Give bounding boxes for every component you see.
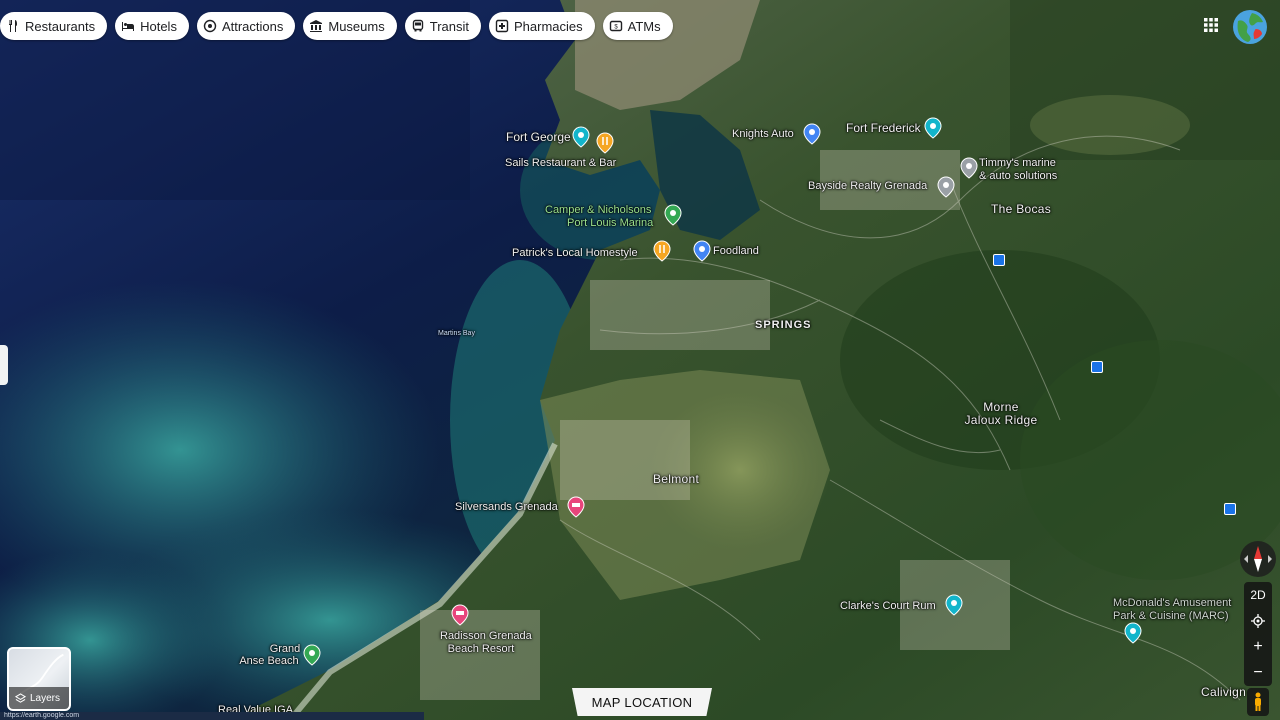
label-fort-frederick[interactable]: Fort Frederick [846, 122, 921, 134]
marina-pin-icon[interactable] [664, 204, 682, 226]
chip-label: ATMs [627, 18, 661, 34]
chip-atms[interactable]: $ ATMs [602, 12, 673, 40]
chip-museums[interactable]: Museums [303, 12, 397, 40]
camera-icon [203, 19, 217, 33]
attraction-pin-icon[interactable] [945, 594, 963, 616]
chip-label: Transit [429, 18, 469, 34]
chip-attractions[interactable]: Attractions [196, 12, 296, 40]
compass-icon[interactable] [1240, 541, 1276, 577]
status-url: https://earth.google.com [0, 712, 424, 720]
toggle-2d-button[interactable]: 2D [1244, 582, 1272, 608]
shopping-pin-icon[interactable] [803, 123, 821, 145]
label-grand-anse-line1[interactable]: Grand [254, 643, 316, 655]
atm-icon: $ [609, 20, 622, 32]
crosshair-icon [1251, 614, 1265, 628]
label-fort-george[interactable]: Fort George [506, 131, 571, 143]
museum-icon [310, 20, 323, 32]
attraction-pin-icon[interactable] [924, 117, 942, 139]
chip-label: Pharmacies [513, 18, 583, 34]
layers-label: Layers [30, 692, 61, 704]
restaurant-pin-icon[interactable] [596, 132, 614, 154]
map-controls: 2D + − [1244, 582, 1272, 686]
label-springs: SPRINGS [755, 319, 812, 331]
pharmacy-icon [495, 19, 509, 33]
fork-knife-icon [9, 20, 17, 32]
category-chips: Restaurants Hotels Attractions Museums T… [0, 12, 673, 40]
bus-stop-icon[interactable] [1224, 503, 1236, 515]
label-foodland[interactable]: Foodland [713, 245, 759, 257]
label-morne-line1: Morne [983, 400, 1019, 414]
label-timmys-line2[interactable]: & auto solutions [979, 170, 1057, 182]
label-the-bocas: The Bocas [991, 202, 1052, 216]
layers-button[interactable]: Layers [7, 647, 71, 711]
label-morne-line2: Jaloux Ridge [964, 413, 1038, 427]
hotel-pin-icon[interactable] [451, 604, 469, 626]
label-grand-anse-line2[interactable]: Anse Beach [234, 655, 304, 667]
bed-icon [122, 22, 135, 31]
layers-footer: Layers [9, 687, 69, 709]
chip-restaurants[interactable]: Restaurants [0, 12, 108, 40]
chip-label: Hotels [140, 18, 177, 34]
label-camper-nicholsons-line2[interactable]: Port Louis Marina [567, 217, 653, 229]
svg-text:$: $ [614, 25, 618, 31]
label-martins-bay: Martins Bay [438, 330, 475, 337]
chip-label: Attractions [221, 18, 284, 34]
layers-icon [15, 692, 26, 703]
chip-pharmacies[interactable]: Pharmacies [488, 12, 595, 40]
chip-label: Restaurants [25, 18, 96, 34]
bus-stop-icon[interactable] [1091, 361, 1103, 373]
zoom-out-button[interactable]: − [1244, 660, 1272, 686]
label-radisson-line1[interactable]: Radisson Grenada [440, 630, 532, 642]
bus-stop-icon[interactable] [993, 254, 1005, 266]
label-belmont: Belmont [653, 472, 700, 486]
globe-avatar-icon[interactable] [1232, 9, 1268, 45]
location-pin-icon[interactable] [960, 157, 978, 179]
hotel-pin-icon[interactable] [567, 496, 585, 518]
shopping-pin-icon[interactable] [693, 240, 711, 262]
location-pin-icon[interactable] [937, 176, 955, 198]
label-silversands[interactable]: Silversands Grenada [455, 501, 558, 513]
label-bayside-realty[interactable]: Bayside Realty Grenada [808, 180, 927, 192]
pegman-icon[interactable] [1247, 688, 1269, 716]
label-patricks-local[interactable]: Patrick's Local Homestyle [512, 247, 638, 259]
label-mcdonalds-line1[interactable]: McDonald's Amusement [1113, 597, 1231, 609]
bus-icon [412, 19, 423, 32]
chip-transit[interactable]: Transit [404, 12, 481, 40]
label-sails-restaurant[interactable]: Sails Restaurant & Bar [505, 157, 616, 169]
label-timmys-line1[interactable]: Timmy's marine [979, 157, 1056, 169]
label-camper-nicholsons-line1[interactable]: Camper & Nicholsons [545, 204, 651, 216]
my-location-button[interactable] [1244, 608, 1272, 634]
label-radisson-line2[interactable]: Beach Resort [440, 643, 522, 655]
chip-label: Museums [328, 18, 385, 34]
zoom-in-button[interactable]: + [1244, 634, 1272, 660]
attraction-pin-icon[interactable] [572, 126, 590, 148]
chip-hotels[interactable]: Hotels [115, 12, 189, 40]
label-calivigny: Calivign [1201, 685, 1247, 699]
label-mcdonalds-line2[interactable]: Park & Cuisine (MARC) [1113, 610, 1229, 622]
map-location-caption: MAP LOCATION [572, 688, 712, 716]
label-knights-auto[interactable]: Knights Auto [732, 128, 794, 140]
restaurant-pin-icon[interactable] [653, 240, 671, 262]
satellite-map[interactable] [0, 0, 1280, 720]
apps-grid-icon[interactable] [1203, 17, 1219, 33]
side-panel-toggle[interactable] [0, 345, 8, 385]
attraction-pin-icon[interactable] [1124, 622, 1142, 644]
label-clarkes-court[interactable]: Clarke's Court Rum [840, 600, 936, 612]
